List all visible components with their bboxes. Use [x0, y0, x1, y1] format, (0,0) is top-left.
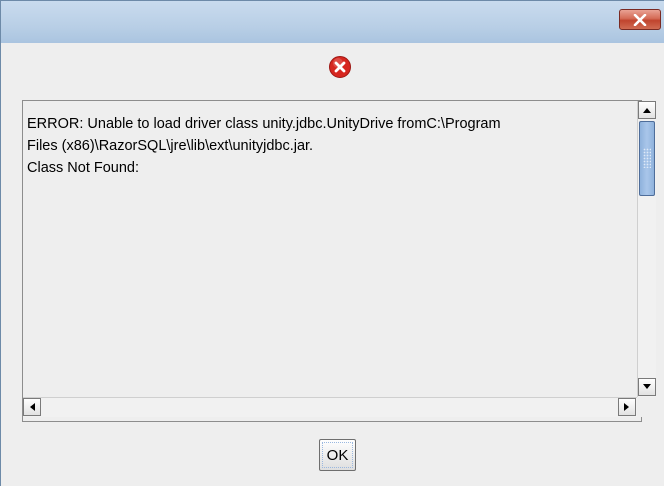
arrow-down-icon: [643, 384, 651, 389]
error-dialog-window: ERROR: Unable to load driver class unity…: [0, 0, 664, 486]
ok-button[interactable]: OK: [319, 439, 356, 471]
arrow-right-icon: [624, 403, 629, 411]
grip-icon: [643, 148, 651, 168]
vertical-scrollbar[interactable]: [637, 101, 656, 397]
scroll-up-button[interactable]: [638, 101, 656, 119]
message-line: Files (x86)\RazorSQL\jre\lib\ext\unityjd…: [27, 138, 314, 154]
message-text-area[interactable]: ERROR: Unable to load driver class unity…: [22, 100, 656, 422]
title-bar[interactable]: [1, 1, 664, 43]
error-message: ERROR: Unable to load driver class unity…: [27, 113, 637, 179]
close-x-icon: [633, 13, 647, 26]
message-line: Class Not Found:: [27, 160, 140, 176]
error-icon: [329, 56, 351, 78]
scroll-right-button[interactable]: [618, 398, 636, 416]
scroll-down-button[interactable]: [638, 378, 656, 396]
message-line: ERROR: Unable to load driver class unity…: [27, 116, 501, 132]
horizontal-scrollbar[interactable]: [23, 397, 637, 417]
scrollbar-corner: [637, 397, 656, 417]
arrow-up-icon: [643, 108, 651, 113]
scroll-left-button[interactable]: [23, 398, 41, 416]
vertical-scroll-thumb[interactable]: [639, 121, 655, 196]
close-button[interactable]: [619, 9, 661, 30]
arrow-left-icon: [30, 403, 35, 411]
